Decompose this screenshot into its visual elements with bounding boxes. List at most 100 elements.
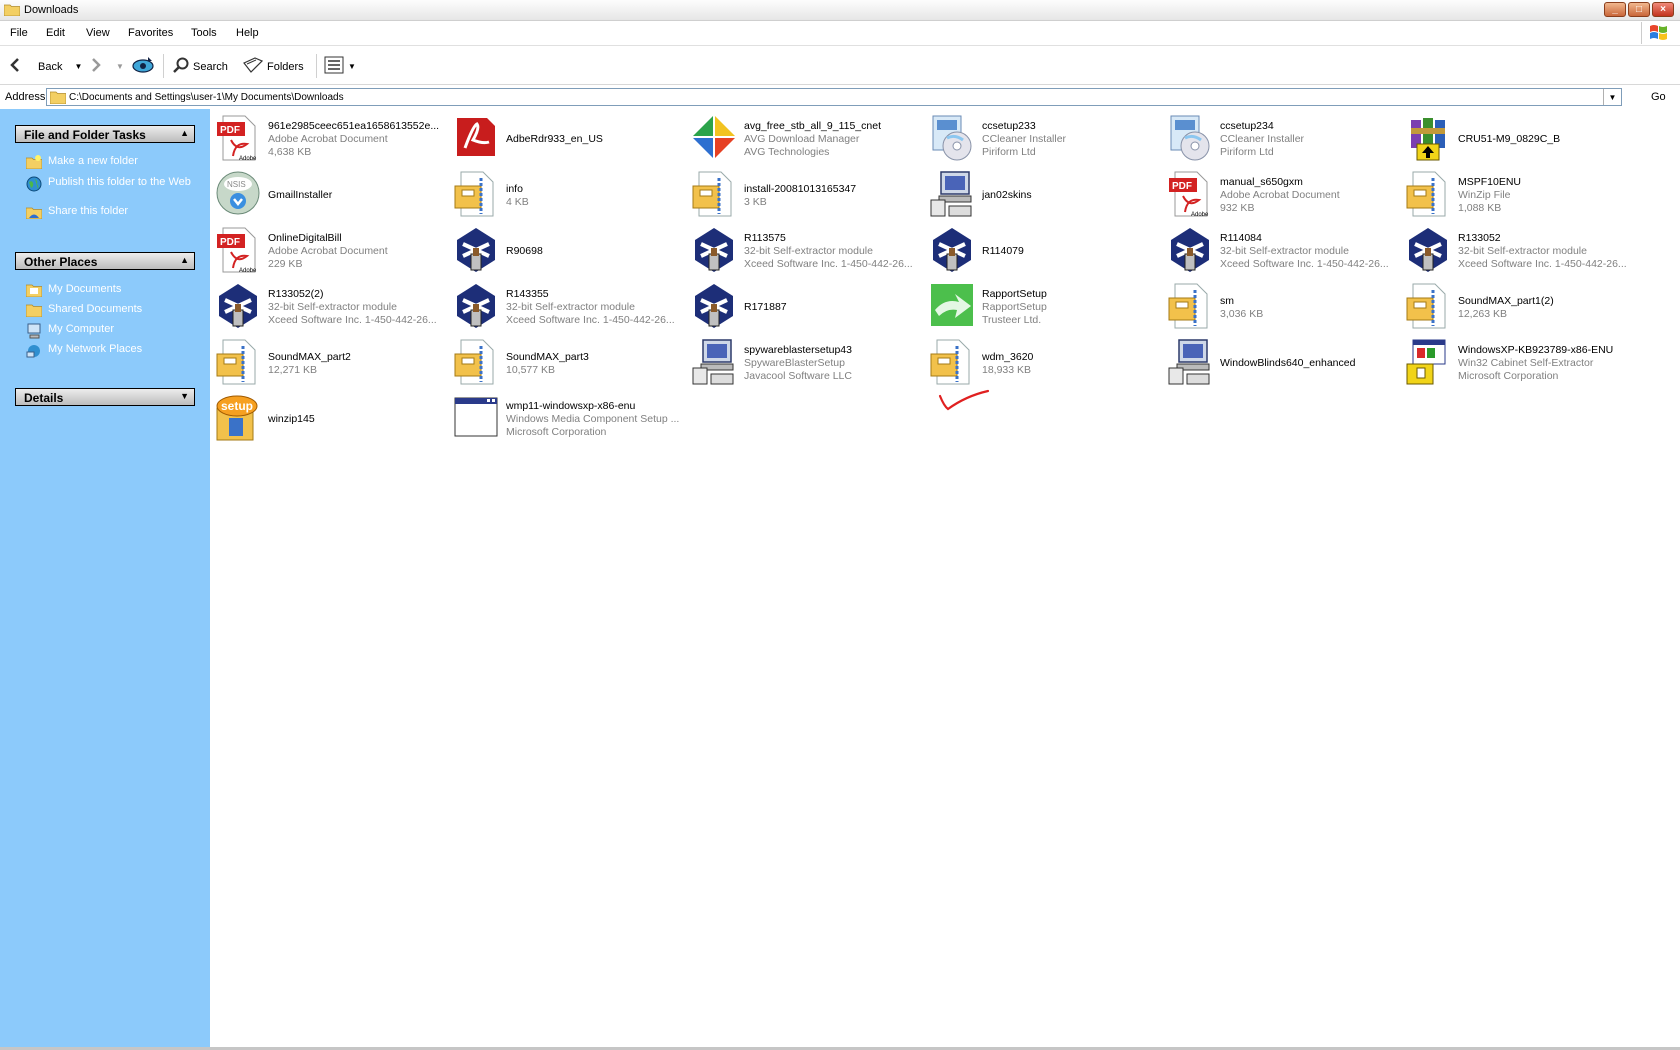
file-item[interactable]: AdbeRdr933_en_US (450, 111, 688, 167)
cabinet-extractor-icon (1405, 338, 1453, 386)
publish-folder-link[interactable]: Publish this folder to the Web (26, 176, 196, 192)
gmail-installer-icon: NSIS (215, 170, 263, 218)
file-item[interactable]: ccsetup233 CCleaner Installer Piriform Ltd (926, 111, 1164, 167)
file-detail: 1,088 KB (1458, 202, 1502, 214)
file-item[interactable]: R114079 (926, 223, 1164, 279)
forward-button[interactable]: ▼ (88, 57, 124, 76)
address-path: C:\Documents and Settings\user-1\My Docu… (69, 92, 344, 103)
zip-icon (691, 170, 739, 218)
file-folder-tasks-header[interactable]: File and Folder Tasks ▲ (15, 125, 195, 143)
place-my-network-places[interactable]: My Network Places (26, 343, 196, 359)
self-extractor-icon (691, 226, 739, 274)
forward-dropdown-icon[interactable]: ▼ (116, 62, 124, 71)
minimize-button[interactable]: _ (1604, 2, 1626, 17)
file-name: 961e2985ceec651ea1658613552e... (268, 120, 440, 132)
file-name: jan02skins (982, 189, 1032, 201)
svg-text:setup: setup (221, 399, 253, 413)
file-item[interactable]: R133052 32-bit Self-extractor module Xceed… (1402, 223, 1640, 279)
folders-button[interactable]: Folders (243, 57, 304, 76)
file-item[interactable]: PDF Adobe 961e2985ceec651ea1658613552e... A… (212, 111, 450, 167)
file-item[interactable]: NSIS GmailInstaller (212, 167, 450, 223)
file-item[interactable]: SoundMAX_part2 12,271 KB (212, 335, 450, 391)
maximize-button[interactable]: □ (1628, 2, 1650, 17)
place-shared-documents[interactable]: Shared Documents (25, 303, 196, 319)
shared-documents-icon (25, 303, 43, 319)
file-item[interactable]: info 4 KB (450, 167, 688, 223)
menu-edit[interactable]: Edit (46, 27, 65, 39)
file-item[interactable]: ccsetup234 CCleaner Installer Piriform Ltd (1164, 111, 1402, 167)
svg-text:PDF: PDF (220, 125, 240, 136)
close-button[interactable]: × (1652, 2, 1674, 17)
adobe-reader-icon (453, 114, 501, 162)
file-type: 18,933 KB (982, 364, 1032, 376)
rapport-icon (929, 282, 977, 330)
address-label: Address (5, 91, 46, 103)
file-item[interactable]: WindowBlinds640_enhanced (1164, 335, 1402, 391)
file-item[interactable]: wdm_3620 18,933 KB (926, 335, 1164, 391)
file-item[interactable]: SoundMAX_part3 10,577 KB (450, 335, 688, 391)
file-item[interactable]: PDF Adobe manual_s650gxm Adobe Acrobat Docu… (1164, 167, 1402, 223)
zip-icon (453, 338, 501, 386)
back-dropdown-icon[interactable]: ▼ (74, 62, 82, 71)
file-item[interactable]: SoundMAX_part1(2) 12,263 KB (1402, 279, 1640, 335)
share-folder-link[interactable]: Share this folder (25, 205, 196, 221)
file-item[interactable]: spywareblastersetup43 SpywareBlasterSetup… (688, 335, 926, 391)
file-item[interactable]: WindowsXP-KB923789-x86-ENU Win32 Cabinet … (1402, 335, 1640, 391)
menu-view[interactable]: View (86, 27, 110, 39)
file-item[interactable]: R143355 32-bit Self-extractor module Xceed… (450, 279, 688, 335)
my-computer-icon (26, 323, 42, 339)
file-type: 4 KB (506, 196, 529, 208)
file-item[interactable]: install-20081013165347 3 KB (688, 167, 926, 223)
menu-file[interactable]: File (10, 27, 28, 39)
details-header[interactable]: Details ▼ (15, 388, 195, 406)
file-item[interactable]: R113575 32-bit Self-extractor module Xceed… (688, 223, 926, 279)
file-item[interactable]: MSPF10ENU WinZip File 1,088 KB (1402, 167, 1640, 223)
address-bar: Address C:\Documents and Settings\user-1… (0, 85, 1680, 108)
svg-text:Adobe: Adobe (239, 268, 257, 274)
file-item[interactable]: wmp11-windowsxp-x86-enu Windows Media Com… (450, 391, 688, 447)
file-item[interactable]: PDF Adobe OnlineDigitalBill Adobe Acrobat D… (212, 223, 450, 279)
window-app-icon (453, 394, 501, 442)
zip-icon (1405, 170, 1453, 218)
views-button[interactable]: ▼ (324, 56, 356, 77)
back-button[interactable]: Back ▼ (8, 57, 82, 76)
file-type: Adobe Acrobat Document (268, 133, 388, 145)
file-item[interactable]: RapportSetup RapportSetup Trusteer Ltd. (926, 279, 1164, 335)
network-places-icon (26, 343, 42, 359)
menu-tools[interactable]: Tools (191, 27, 217, 39)
zip-icon (453, 170, 501, 218)
file-item[interactable]: setup winzip145 (212, 391, 450, 447)
self-extractor-icon (215, 282, 263, 330)
expand-icon: ▼ (180, 391, 189, 401)
file-item[interactable]: CRU51-M9_0829C_B (1402, 111, 1640, 167)
windows-logo-icon (1641, 22, 1674, 44)
file-type: 32-bit Self-extractor module (1458, 245, 1587, 257)
place-my-computer[interactable]: My Computer (26, 323, 196, 339)
menu-help[interactable]: Help (236, 27, 259, 39)
file-item[interactable]: sm 3,036 KB (1164, 279, 1402, 335)
file-item[interactable]: jan02skins (926, 167, 1164, 223)
back-arrow-icon (8, 57, 24, 76)
svg-text:NSIS: NSIS (227, 180, 246, 189)
views-dropdown-icon: ▼ (348, 62, 356, 71)
other-places-header[interactable]: Other Places ▲ (15, 252, 195, 270)
folders-icon (243, 57, 264, 76)
file-item[interactable]: R90698 (450, 223, 688, 279)
file-item[interactable]: R114084 32-bit Self-extractor module Xceed… (1164, 223, 1402, 279)
file-detail: Piriform Ltd (982, 146, 1036, 158)
file-detail: Microsoft Corporation (1458, 370, 1559, 382)
make-new-folder-link[interactable]: Make a new folder (25, 155, 196, 171)
address-input[interactable]: C:\Documents and Settings\user-1\My Docu… (46, 88, 1622, 106)
address-dropdown-button[interactable]: ▼ (1603, 89, 1621, 105)
file-name: ccsetup233 (982, 120, 1036, 132)
place-my-documents[interactable]: My Documents (25, 283, 196, 299)
up-folder-button[interactable] (131, 55, 155, 78)
search-button[interactable]: Search (173, 57, 228, 76)
file-name: OnlineDigitalBill (268, 232, 342, 244)
go-button[interactable]: Go (1651, 91, 1666, 103)
self-extractor-icon (453, 282, 501, 330)
file-item[interactable]: R171887 (688, 279, 926, 335)
file-item[interactable]: avg_free_stb_all_9_115_cnet AVG Download … (688, 111, 926, 167)
file-item[interactable]: R133052(2) 32-bit Self-extractor module Xc… (212, 279, 450, 335)
menu-favorites[interactable]: Favorites (128, 27, 173, 39)
